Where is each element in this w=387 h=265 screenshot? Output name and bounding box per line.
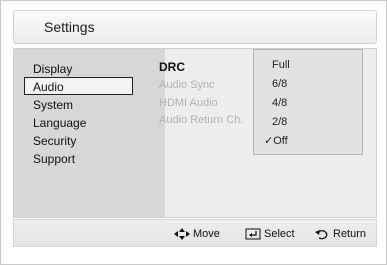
- dropdown-item-full[interactable]: Full: [272, 58, 290, 72]
- settings-window: Settings Display Audio System Language S…: [0, 0, 387, 265]
- dpad-arrows-icon: [174, 228, 190, 240]
- hint-move: Move: [174, 228, 220, 240]
- sidebar-item-language[interactable]: Language: [24, 114, 86, 132]
- option-drc[interactable]: DRC: [159, 60, 185, 75]
- hint-move-label: Move: [193, 228, 220, 240]
- dropdown-item-6-8[interactable]: 6/8: [272, 77, 287, 91]
- dropdown-item-off-label: Off: [273, 135, 288, 147]
- sidebar-item-security[interactable]: Security: [24, 132, 76, 150]
- return-arrow-icon: [315, 230, 328, 240]
- page-title: Settings: [44, 19, 95, 35]
- hint-return-label: Return: [333, 228, 367, 240]
- footer-hints: Move Select Return: [13, 219, 377, 247]
- sidebar-item-audio[interactable]: Audio: [24, 77, 133, 95]
- option-hdmi-audio: HDMI Audio: [159, 97, 218, 109]
- checkmark-icon: ✓: [264, 135, 274, 147]
- hint-return: Return: [314, 228, 366, 240]
- hint-select-label: Select: [264, 228, 295, 240]
- sidebar-item-system[interactable]: System: [24, 96, 73, 114]
- sidebar: Display Audio System Language Security S…: [14, 49, 165, 217]
- dropdown-item-2-8[interactable]: 2/8: [272, 115, 287, 129]
- dropdown-item-4-8[interactable]: 4/8: [272, 96, 287, 110]
- sidebar-item-display[interactable]: Display: [24, 60, 72, 78]
- dropdown-item-off[interactable]: ✓Off: [264, 134, 288, 148]
- drc-dropdown: Full 6/8 4/8 2/8 ✓Off: [253, 49, 363, 155]
- option-audio-return-channel: Audio Return Ch.: [159, 114, 244, 126]
- sidebar-item-support[interactable]: Support: [24, 150, 75, 168]
- option-audio-sync: Audio Sync: [159, 79, 215, 91]
- title-bar: Settings: [13, 10, 377, 44]
- hint-select: Select: [245, 228, 295, 240]
- enter-key-icon: [245, 228, 261, 240]
